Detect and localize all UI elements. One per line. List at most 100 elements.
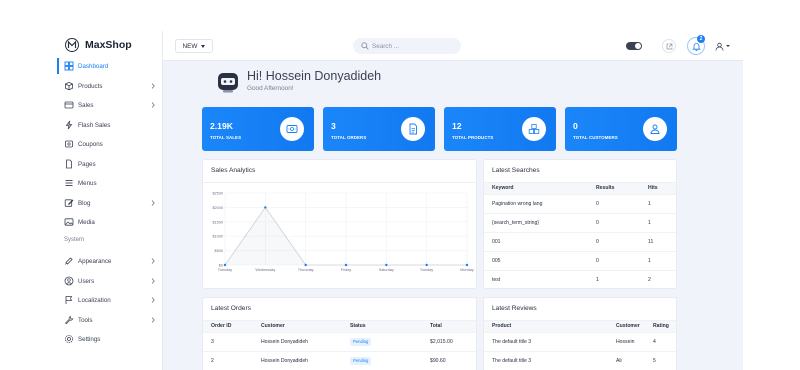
sidebar-item-label: Appearance <box>78 258 112 265</box>
box-icon <box>65 81 73 90</box>
coupon-icon <box>65 140 73 148</box>
table-cell: The default title 3 <box>484 331 608 351</box>
caret-down-icon <box>726 45 730 47</box>
table-row[interactable]: 3 Hossein Donyadideh Pending $2,015.00 <box>203 331 476 351</box>
sidebar-item-menus[interactable]: Menus <box>57 175 163 191</box>
sidebar-item-dashboard[interactable]: Dashboard <box>57 58 163 74</box>
brand[interactable]: MaxShop <box>65 37 132 53</box>
sidebar-item-label: Settings <box>78 336 101 343</box>
data-point <box>223 263 227 267</box>
users-icon <box>643 117 667 141</box>
cubes-icon <box>522 117 546 141</box>
sidebar-item-products[interactable]: Products <box>57 78 163 94</box>
panel-title: Latest Reviews <box>492 305 537 312</box>
sidebar-item-label: Sales <box>78 102 94 109</box>
sidebar-item-localization[interactable]: Localization <box>57 292 163 308</box>
sidebar-item-label: Media <box>78 219 95 226</box>
external-link-icon <box>666 43 672 49</box>
user-menu-button[interactable] <box>715 40 733 52</box>
sidebar-item-label: Users <box>78 277 95 285</box>
table-cell: 0 <box>588 231 640 251</box>
sidebar-item-flash-sales[interactable]: Flash Sales <box>57 117 163 133</box>
stat-card-total-customers[interactable]: 0 TOTAL CUSTOMERS <box>565 107 677 151</box>
sidebar-item-label: Localization <box>78 297 111 304</box>
sidebar-item-blog[interactable]: Blog <box>57 195 163 211</box>
table-cell: 001 <box>484 231 588 251</box>
table-row[interactable]: The default title 3 Ali 5 <box>484 350 676 370</box>
table-row[interactable]: Pagination wrong lang 0 1 <box>484 193 676 213</box>
open-site-button[interactable] <box>662 39 676 53</box>
user-icon <box>715 42 724 51</box>
money-icon <box>280 117 304 141</box>
sidebar-item-tools[interactable]: Tools <box>57 312 163 328</box>
column-header: Total <box>422 321 476 332</box>
table-cell: Hossein Donyadideh <box>253 350 342 370</box>
search-input[interactable] <box>372 41 452 51</box>
panel-title: Latest Searches <box>492 167 540 174</box>
table-row[interactable]: 2 Hossein Donyadideh Pending $90.60 <box>203 350 476 370</box>
column-header: Hits <box>640 183 676 194</box>
latest-reviews-table: Product Customer Rating The default titl… <box>484 321 676 370</box>
stat-card-total-products[interactable]: 12 TOTAL PRODUCTS <box>444 107 556 151</box>
stat-card-total-sales[interactable]: 2.19K TOTAL SALES <box>202 107 314 151</box>
sidebar-item-pages[interactable]: Pages <box>57 156 163 172</box>
search-box[interactable] <box>353 38 461 54</box>
chevron-right-icon <box>151 102 155 108</box>
sidebar-item-coupons[interactable]: Coupons <box>57 136 163 152</box>
x-tick-label: Monday <box>460 268 474 272</box>
table-row[interactable]: {search_term_string} 0 1 <box>484 212 676 232</box>
sidebar-item-label: Products <box>78 82 103 90</box>
theme-toggle[interactable] <box>626 42 642 50</box>
table-cell: 5 <box>645 350 676 370</box>
stat-card-total-orders[interactable]: 3 TOTAL ORDERS <box>323 107 435 151</box>
y-tick-label: $500 <box>215 249 223 253</box>
stat-value: 2.19K <box>210 121 233 131</box>
table-cell: 1 <box>640 212 676 232</box>
sidebar-item-sales[interactable]: Sales <box>57 97 163 113</box>
table-cell: 0 <box>588 212 640 232</box>
chevron-right-icon <box>151 297 155 303</box>
table-cell: Ali <box>608 350 645 370</box>
sidebar-item-users[interactable]: Users <box>57 273 163 289</box>
table-row[interactable]: 005 0 1 <box>484 250 676 270</box>
caret-down-icon <box>201 44 206 48</box>
wrench-icon <box>65 315 74 324</box>
y-tick-label: $2500 <box>212 192 223 196</box>
stat-caption: TOTAL CUSTOMERS <box>573 135 618 140</box>
gear-icon <box>65 335 73 343</box>
x-tick-label: Wednesday <box>255 268 275 272</box>
menu-icon <box>65 180 73 186</box>
table-cell: 1 <box>588 269 640 288</box>
sidebar-item-settings[interactable]: Settings <box>57 331 163 347</box>
table-cell: test <box>484 269 588 288</box>
table-row[interactable]: test 1 2 <box>484 269 676 288</box>
table-row[interactable]: The default title 3 Hossein 4 <box>484 331 676 351</box>
table-cell: Pending <box>342 350 422 370</box>
latest-reviews-panel: Latest Reviews Product Customer Rating T… <box>483 297 677 370</box>
sidebar-item-label: Dashboard <box>78 63 109 70</box>
notification-count-badge: 2 <box>697 35 705 43</box>
table-cell: 2 <box>640 269 676 288</box>
topbar: NEW 2 <box>163 31 743 61</box>
panel-title: Sales Analytics <box>211 167 256 174</box>
column-header: Order ID <box>203 321 253 332</box>
table-row[interactable]: 001 0 11 <box>484 231 676 251</box>
column-header: Product <box>484 321 608 332</box>
sales-line-chart: $0 $500 $1000 $1500 $2000 $2500 Tuesday Wednesd… <box>212 192 474 273</box>
panel-title: Latest Orders <box>211 305 251 312</box>
y-tick-label: $0 <box>219 264 223 268</box>
sidebar-item-label: Menus <box>78 180 97 187</box>
table-cell: $2,015.00 <box>422 331 476 351</box>
sidebar-item-media[interactable]: Media <box>57 214 163 230</box>
latest-searches-panel: Latest Searches Keyword Results Hits Pag… <box>483 159 677 289</box>
sidebar-item-appearance[interactable]: Appearance <box>57 253 163 269</box>
sidebar-item-label: Flash Sales <box>78 121 111 129</box>
sidebar-item-label: Tools <box>78 316 93 324</box>
new-button[interactable]: NEW <box>175 39 213 53</box>
brand-logo-icon <box>65 38 79 52</box>
paint-icon <box>65 257 73 265</box>
chevron-right-icon <box>151 316 155 323</box>
y-tick-label: $2000 <box>212 206 223 210</box>
status-badge: Pending <box>350 337 372 346</box>
user-circle-icon <box>64 276 74 285</box>
